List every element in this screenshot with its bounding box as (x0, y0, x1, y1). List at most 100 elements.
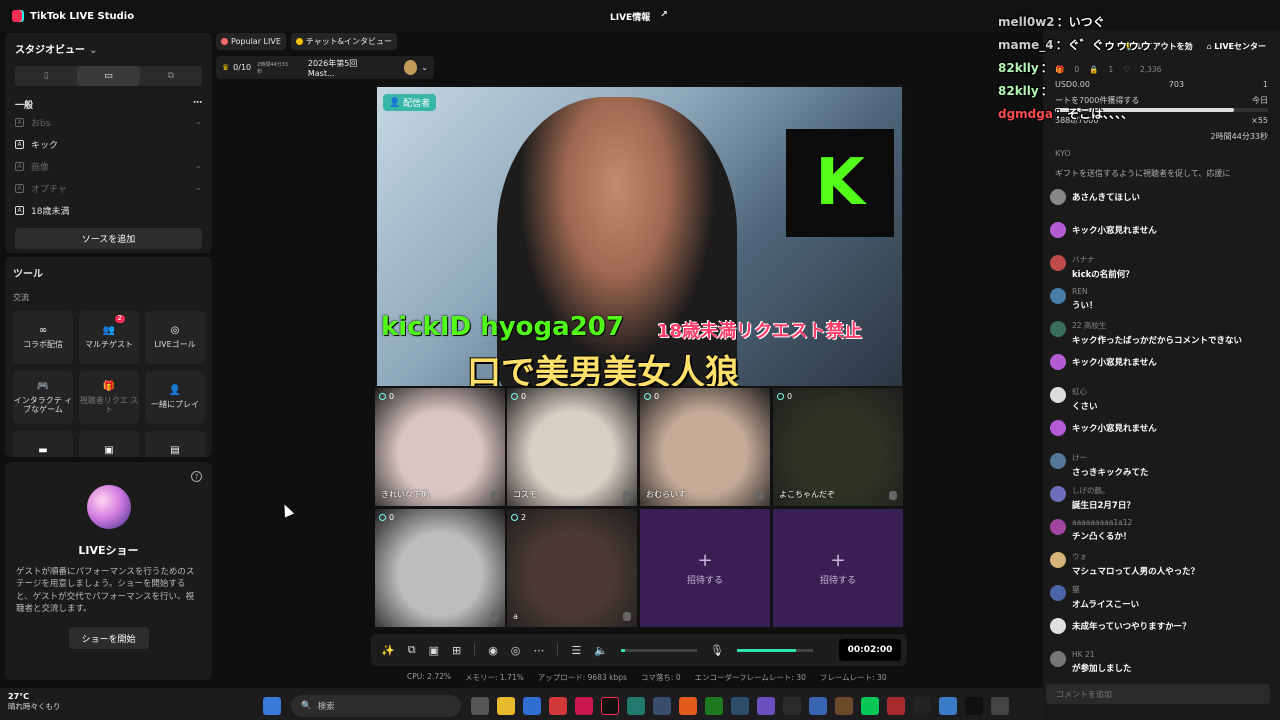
chat-message[interactable]: 虹心 くさい (1046, 384, 1270, 417)
chevron-down-icon[interactable]: ⌄ (421, 63, 428, 72)
live-info-title[interactable]: LIVE情報 ↗ (610, 10, 668, 23)
help-icon[interactable]: ? (191, 471, 202, 482)
line-icon[interactable] (861, 697, 879, 715)
settings-icon[interactable] (991, 697, 1009, 715)
weather-widget[interactable]: 27°C 晴れ時々くもり (8, 692, 61, 712)
source-item[interactable]: A 画像 ⌄ (15, 155, 202, 177)
guest-tile[interactable]: 0 (375, 509, 505, 627)
chevron-down-icon[interactable]: ⌄ (194, 117, 202, 127)
chat-message[interactable]: けー さっきキックみてた (1046, 450, 1270, 483)
camera-icon[interactable]: ▣ (429, 644, 439, 657)
tool-gamepad[interactable]: 🎮 インタラクテ ィブなゲーム (13, 371, 73, 424)
split-layout-button[interactable]: ⧉ (140, 66, 202, 86)
file-explorer-icon[interactable] (497, 697, 515, 715)
start-show-button[interactable]: ショーを開始 (68, 627, 149, 650)
mic-icon[interactable] (889, 491, 897, 500)
chat-message[interactable]: 22 高校生 キック作ったばっかだからコメントできない (1046, 318, 1270, 351)
mic-icon[interactable] (491, 612, 499, 621)
chat-message[interactable]: ウォ マシュマロって人男の人やった？ (1046, 549, 1270, 582)
app-icon[interactable] (887, 697, 905, 715)
add-source-button[interactable]: ソースを追加 (15, 228, 202, 249)
replay-icon[interactable]: ◎ (511, 644, 521, 657)
tool-poll[interactable]: ▬投票とギフト (13, 431, 73, 457)
tool-gift[interactable]: 🎁 視聴者リクエ スト (79, 371, 139, 424)
source-item[interactable]: A オプチャ ⌄ (15, 177, 202, 199)
portrait-layout-button[interactable]: ▯ (15, 66, 77, 86)
guest-tile[interactable]: 0 きれいな下痢 (375, 388, 505, 506)
screen-share-icon[interactable]: ⧉ (408, 643, 416, 657)
source-item[interactable]: A 18歳未満 (15, 199, 202, 221)
source-item[interactable]: A おbs ⌄ (15, 111, 202, 133)
popular-live-chip[interactable]: Popular LIVE (216, 33, 286, 50)
add-window-icon[interactable]: ⊞ (452, 644, 461, 657)
studio-view-title[interactable]: スタジオビュー ⌄ (15, 41, 202, 56)
taskbar-search[interactable]: 🔍 検索 (291, 695, 461, 717)
app-icon[interactable] (653, 697, 671, 715)
record-icon[interactable]: ◉ (488, 644, 498, 657)
chevron-down-icon[interactable]: ⌄ (194, 161, 202, 171)
guest-tile[interactable]: 0 よこちゃんだぞ (773, 388, 903, 506)
source-item[interactable]: A キック (15, 133, 202, 155)
tool-treasure[interactable]: ▣宝箱 (79, 431, 139, 457)
magic-wand-icon[interactable]: ✨ (381, 644, 395, 657)
microphone-icon[interactable]: 🎙 (710, 644, 724, 657)
live-center[interactable]: ⌂ LIVEセンター (1207, 41, 1266, 52)
mic-icon[interactable] (491, 491, 499, 500)
chat-message[interactable]: キック小窓見れません (1046, 219, 1270, 252)
chat-message[interactable]: HK 21 が参加しました (1046, 648, 1270, 674)
more-icon[interactable]: ⋯ (533, 644, 544, 657)
mission-bar[interactable]: ♛ 0/10 2時間44分33秒 2026年第5回 Mast... ⌄ (216, 56, 434, 79)
app-icon[interactable] (575, 697, 593, 715)
tool-people[interactable]: 👥 マルチゲスト 2 (79, 311, 139, 364)
mic-icon[interactable] (756, 491, 764, 500)
chat-message[interactable]: あさんきてほしい (1046, 186, 1270, 219)
app-icon[interactable] (705, 697, 723, 715)
tool-bag[interactable]: ▤お楽しみ袋 (145, 431, 205, 457)
today-label[interactable]: 今日 (1252, 95, 1268, 106)
layout-tip[interactable]: 💡 レイアウトを効 (1124, 41, 1193, 52)
chat-message[interactable]: REN うい！ (1046, 285, 1270, 318)
output-volume-slider[interactable] (620, 648, 697, 652)
more-icon[interactable]: ⋯ (193, 98, 202, 111)
steam-icon[interactable] (731, 697, 749, 715)
task-view-icon[interactable] (471, 697, 489, 715)
minecraft-icon[interactable] (835, 697, 853, 715)
landscape-layout-button[interactable]: ▭ (77, 66, 140, 86)
chat-message[interactable]: 猫オムライスこーい (1046, 582, 1270, 615)
chat-message[interactable]: しげの鶴。 誕生日2月7日？ (1046, 483, 1270, 516)
tiktok-icon[interactable] (601, 697, 619, 715)
brave-icon[interactable] (679, 697, 697, 715)
equalizer-icon[interactable]: ☰ (571, 644, 581, 657)
unreal-icon[interactable] (913, 697, 931, 715)
discord-icon[interactable] (757, 697, 775, 715)
mic-icon[interactable] (623, 612, 631, 621)
guest-tile[interactable]: 2a (507, 509, 637, 627)
guest-tile[interactable]: 0 おむらいす (640, 388, 770, 506)
mic-volume-slider[interactable] (736, 648, 813, 652)
app-icon[interactable] (965, 697, 983, 715)
app-icon[interactable] (809, 697, 827, 715)
scene-title[interactable]: 一般 (15, 98, 33, 111)
start-icon[interactable] (263, 697, 281, 715)
chevron-down-icon[interactable]: ⌄ (194, 183, 202, 193)
invite-slot[interactable]: + 招待する (640, 509, 770, 627)
tool-target[interactable]: ◎ LIVEゴール (145, 311, 205, 364)
obs-icon[interactable] (783, 697, 801, 715)
guest-tile[interactable]: 0 コスモ (507, 388, 637, 506)
store-icon[interactable] (523, 697, 541, 715)
chat-message[interactable]: バナナ kickの名前何？ (1046, 252, 1270, 285)
speaker-icon[interactable]: 🔈 (594, 644, 608, 657)
mic-icon[interactable] (623, 491, 631, 500)
chat-message[interactable]: aaaaaaaaa1a12 チン凸くるか！ (1046, 516, 1270, 549)
chat-interview-chip[interactable]: チャット&インタビュー (290, 33, 398, 50)
tool-user[interactable]: 👤 一緒にプレイ (145, 371, 205, 424)
invite-slot[interactable]: + 招待する (773, 509, 903, 627)
chat-feed[interactable]: あさんきてほしい キック小窓見れません バナナ kickの名前何？ REN うい！ 22 高… (1046, 186, 1270, 674)
chat-message[interactable]: 未成年っていつやりますかー？ (1046, 615, 1270, 648)
comment-input[interactable]: コメントを追加 (1046, 684, 1270, 704)
share-icon[interactable]: ↗ (660, 10, 668, 23)
chat-message[interactable]: キック小窓見れません (1046, 417, 1270, 450)
app-icon[interactable] (627, 697, 645, 715)
chat-message[interactable]: キック小窓見れません (1046, 351, 1270, 384)
app-icon[interactable] (939, 697, 957, 715)
